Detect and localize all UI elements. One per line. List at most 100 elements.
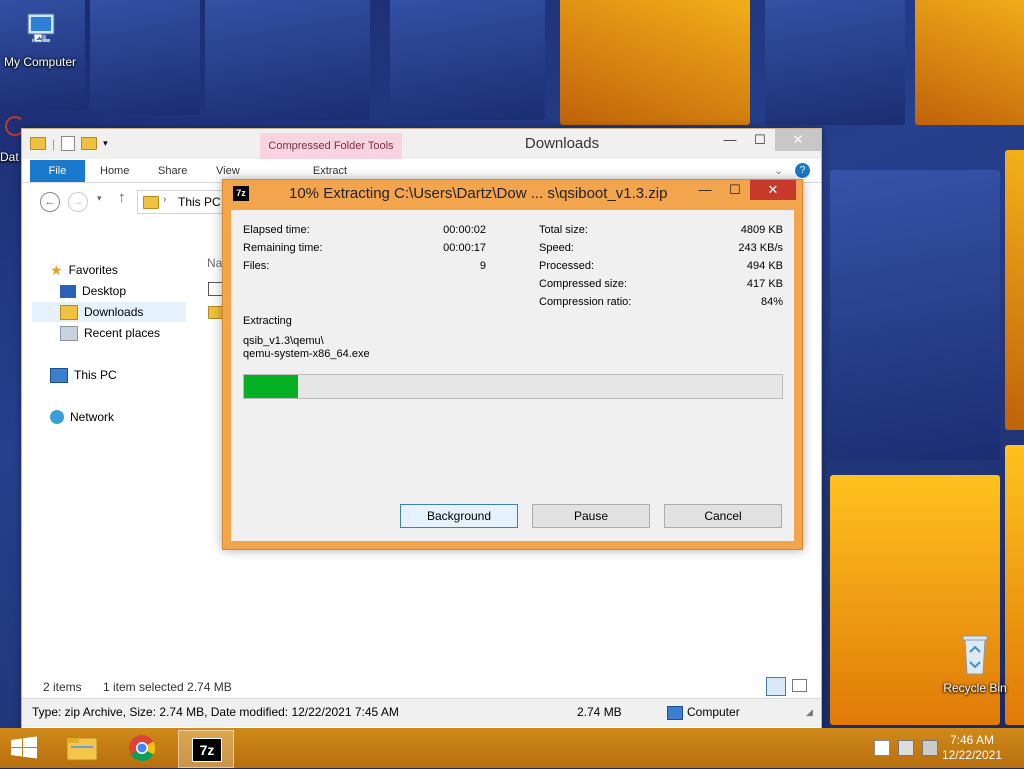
wallpaper-pane [765,0,905,125]
file-type-info: Type: zip Archive, Size: 2.74 MB, Date m… [32,705,399,719]
pause-button[interactable]: Pause [532,504,650,528]
action-center-flag-icon[interactable] [874,740,890,756]
clock-time: 7:46 AM [949,733,994,747]
computer-icon [0,10,80,53]
explorer-titlebar[interactable]: | ▾ Compressed Folder Tools Downloads — … [22,129,821,159]
processed-label: Processed: [539,260,595,272]
wallpaper-pane [1005,150,1024,430]
total-size-label: Total size: [539,224,588,236]
nav-desktop[interactable]: Desktop [60,281,126,301]
dialog-window-controls: — ☐ ✕ [690,180,796,200]
dialog-titlebar[interactable]: 7z 10% Extracting C:\Users\Dartz\Dow ...… [223,180,802,208]
up-button[interactable]: ↑ [118,189,126,206]
help-icon[interactable]: ? [795,163,810,178]
clock[interactable]: 7:46 AM 12/22/2021 [942,733,1002,763]
background-button[interactable]: Background [400,504,518,528]
partial-desktop-icon[interactable]: Dat [0,112,22,164]
7zip-icon: 7z [192,738,222,762]
compression-ratio-value: 84% [760,296,783,308]
speed-value: 243 KB/s [738,242,783,254]
status-bar: 2 items 1 item selected 2.74 MB [22,676,821,698]
progress-fill [244,375,298,398]
dialog-title: 10% Extracting C:\Users\Dartz\Dow ... s\… [289,185,668,202]
back-button[interactable]: ← [40,192,60,212]
file-explorer-taskbar-button[interactable] [58,730,106,766]
chrome-icon [129,735,156,762]
files-value: 9 [479,260,486,272]
wallpaper-pane [560,0,750,125]
close-button[interactable]: ✕ [750,180,796,200]
wallpaper-pane [830,170,1000,460]
recent-locations-icon[interactable]: ▾ [97,193,102,204]
my-computer-desktop-icon[interactable]: My Computer [0,10,80,69]
address-this-pc[interactable]: This PC [178,195,221,209]
quick-access-toolbar: | ▾ [30,136,108,151]
column-header-name[interactable]: Na [207,256,222,270]
nav-downloads[interactable]: Downloads [32,302,186,322]
nav-recent-places[interactable]: Recent places [60,323,160,343]
recycle-bin-label: Recycle Bin [943,681,1007,695]
nav-recent-places-label: Recent places [84,326,161,340]
processed-value: 494 KB [746,260,783,272]
item-count: 2 items [43,680,82,694]
properties-icon[interactable] [61,136,76,151]
extract-progress-dialog: 7z 10% Extracting C:\Users\Dartz\Dow ...… [222,179,803,550]
total-size-value: 4809 KB [740,224,783,236]
chrome-taskbar-button[interactable] [118,730,166,766]
nav-favorites[interactable]: ★ Favorites [50,260,118,280]
minimize-button[interactable]: — [690,180,720,200]
tab-home[interactable]: Home [100,160,129,182]
star-icon: ★ [50,262,63,278]
7zip-app-icon: 7z [233,186,249,201]
extracting-label: Extracting [243,315,292,327]
window-title: Downloads [524,135,600,152]
network-tray-icon[interactable] [898,740,914,756]
nav-this-pc[interactable]: This PC [50,365,117,385]
tab-file[interactable]: File [30,160,85,182]
7zip-taskbar-button[interactable]: 7z [178,730,234,768]
volume-muted-icon[interactable] [922,740,938,756]
clock-date: 12/22/2021 [941,748,1002,762]
minimize-button[interactable]: — [715,129,745,151]
extraction-progress-bar [243,374,783,399]
wallpaper-pane [390,0,545,120]
file-size-info: 2.74 MB [577,705,622,719]
partial-desktop-label: Dat [0,150,19,164]
details-view-icon[interactable] [766,677,786,696]
chevron-right-icon[interactable]: › [163,194,166,205]
close-button[interactable]: ✕ [775,129,821,151]
system-tray [874,740,938,756]
maximize-button[interactable]: ☐ [745,129,775,151]
nav-favorites-label: Favorites [68,263,118,277]
tab-share[interactable]: Share [158,160,187,182]
desktop-icon [60,284,76,298]
nav-network[interactable]: Network [50,407,114,427]
recent-places-icon [60,325,78,341]
cancel-button[interactable]: Cancel [664,504,782,528]
start-button[interactable] [0,730,48,766]
maximize-button[interactable]: ☐ [720,180,750,200]
compressed-folder-tools-tab[interactable]: Compressed Folder Tools [260,133,402,159]
wallpaper-pane [90,0,200,115]
computer-icon [667,706,683,720]
recycle-bin-desktop-icon[interactable]: Recycle Bin [940,630,1010,695]
forward-button[interactable]: → [68,192,88,212]
new-folder-icon[interactable] [81,137,98,150]
address-bar[interactable]: › This PC [137,190,229,214]
remaining-time-label: Remaining time: [243,242,323,254]
windows-logo-icon [11,736,37,759]
file-explorer-icon [66,737,98,761]
files-label: Files: [243,260,270,272]
wallpaper-pane [915,0,1024,125]
folder-icon [143,196,159,209]
resize-grip-icon[interactable]: ◢ [806,707,813,718]
large-icons-view-icon[interactable] [792,679,807,692]
my-computer-label: My Computer [3,55,77,69]
nav-desktop-label: Desktop [82,284,127,298]
customize-dropdown-icon[interactable]: ▾ [103,138,108,149]
nav-this-pc-label: This PC [74,368,117,382]
remaining-time-value: 00:00:17 [443,242,486,254]
speed-label: Speed: [539,242,574,254]
wallpaper-pane [205,0,370,120]
selection-info: 1 item selected 2.74 MB [103,680,232,694]
